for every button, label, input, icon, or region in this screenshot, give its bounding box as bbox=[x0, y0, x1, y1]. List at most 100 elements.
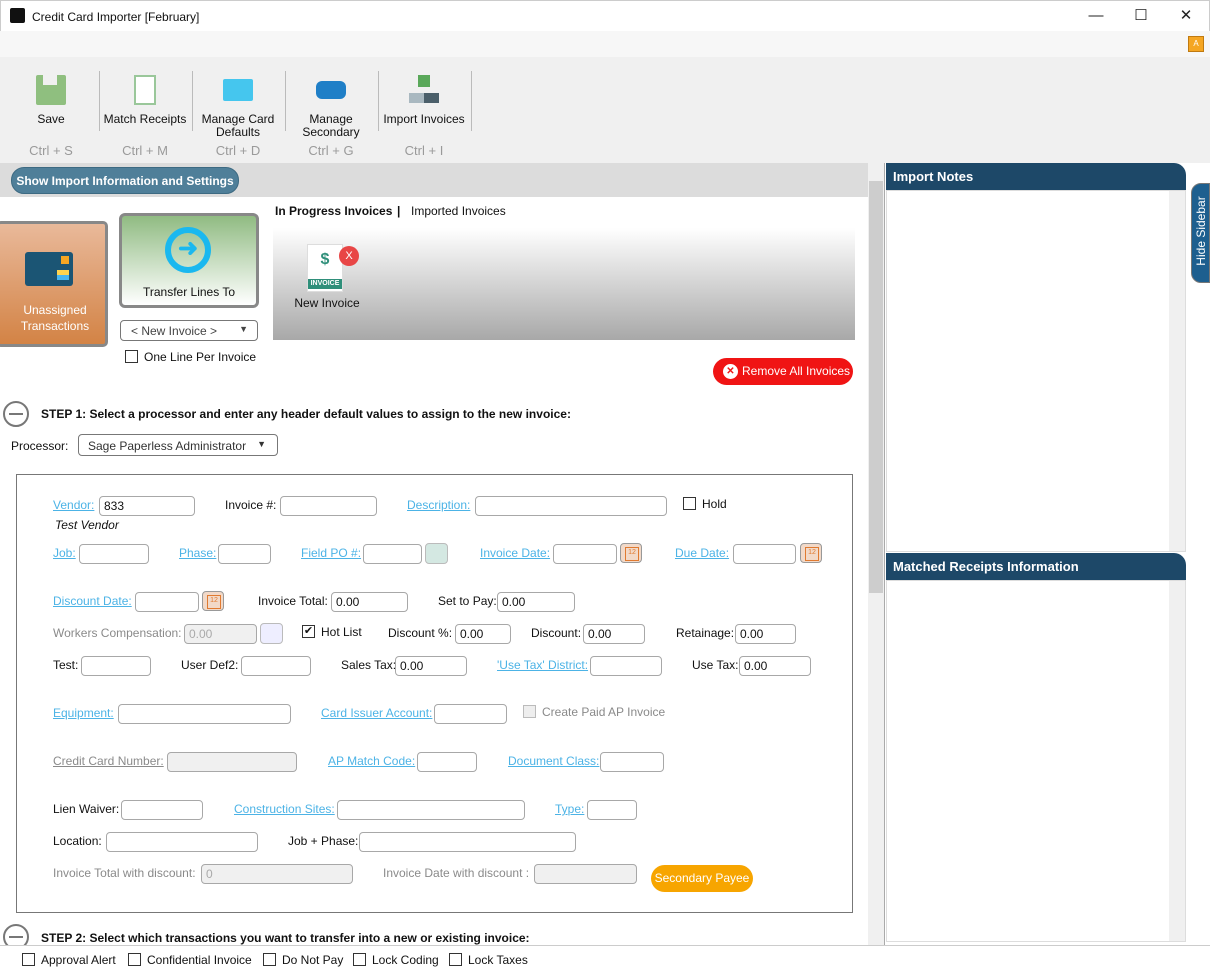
remove-all-invoices-button[interactable]: ✕ Remove All Invoices bbox=[713, 358, 853, 385]
import-notes-area[interactable] bbox=[886, 190, 1186, 552]
user-def2-input[interactable] bbox=[241, 656, 311, 676]
field-po-lookup-icon[interactable] bbox=[425, 543, 448, 564]
hold-checkbox[interactable] bbox=[683, 497, 696, 510]
phase-link[interactable]: Phase: bbox=[179, 546, 216, 560]
invoice-total-input[interactable]: 0.00 bbox=[331, 592, 408, 612]
close-button[interactable]: ✕ bbox=[1171, 5, 1201, 27]
discount-date-link[interactable]: Discount Date: bbox=[53, 594, 132, 608]
invoice-number-input[interactable] bbox=[280, 496, 377, 516]
import-invoices-button[interactable]: Import Invoices Ctrl + I bbox=[381, 57, 467, 163]
approval-alert-label: Approval Alert bbox=[41, 953, 116, 967]
one-line-per-invoice-checkbox[interactable] bbox=[125, 350, 138, 363]
type-input[interactable] bbox=[587, 800, 637, 820]
invoice-doc-text: INVOICE bbox=[308, 279, 342, 289]
card-issuer-link[interactable]: Card Issuer Account: bbox=[321, 706, 432, 720]
document-class-input[interactable] bbox=[600, 752, 664, 772]
sales-tax-input[interactable]: 0.00 bbox=[395, 656, 467, 676]
collapse-step1-icon[interactable] bbox=[3, 401, 29, 427]
equipment-link[interactable]: Equipment: bbox=[53, 706, 114, 720]
job-phase-label: Job + Phase: bbox=[288, 834, 359, 848]
status-strip: A bbox=[0, 31, 1210, 57]
description-input[interactable] bbox=[475, 496, 667, 516]
vendor-input[interactable]: 833 bbox=[99, 496, 195, 516]
lock-taxes-checkbox[interactable] bbox=[449, 953, 462, 966]
manage-card-defaults-button[interactable]: Manage Card Defaults Ctrl + D bbox=[195, 57, 281, 163]
retainage-input[interactable]: 0.00 bbox=[735, 624, 796, 644]
discount-date-input[interactable] bbox=[135, 592, 199, 612]
invoice-label: New Invoice bbox=[294, 296, 360, 310]
manage-secondary-button[interactable]: Manage Secondary Ctrl + G bbox=[288, 57, 374, 163]
use-tax-input[interactable]: 0.00 bbox=[739, 656, 811, 676]
set-to-pay-input[interactable]: 0.00 bbox=[497, 592, 575, 612]
hot-list-checkbox[interactable]: ✔ bbox=[302, 625, 315, 638]
show-import-info-button[interactable]: Show Import Information and Settings bbox=[11, 167, 239, 194]
remove-invoice-icon[interactable]: X bbox=[339, 246, 359, 266]
minimize-button[interactable]: — bbox=[1081, 5, 1111, 27]
secondary-icon bbox=[316, 81, 346, 99]
construction-sites-input[interactable] bbox=[337, 800, 525, 820]
job-link[interactable]: Job: bbox=[53, 546, 76, 560]
save-button[interactable]: Save Ctrl + S bbox=[10, 57, 92, 163]
main-scrollbar[interactable] bbox=[868, 163, 884, 945]
title-bar: Credit Card Importer [February] — ☐ ✕ bbox=[0, 0, 1210, 31]
total-with-discount-input: 0 bbox=[201, 864, 353, 884]
match-receipts-shortcut: Ctrl + M bbox=[122, 143, 168, 158]
job-phase-input[interactable] bbox=[359, 832, 576, 852]
matched-receipts-area[interactable] bbox=[886, 580, 1186, 942]
location-input[interactable] bbox=[106, 832, 258, 852]
tab-in-progress-invoices[interactable]: In Progress Invoices bbox=[275, 204, 392, 218]
match-receipts-button[interactable]: Match Receipts Ctrl + M bbox=[102, 57, 188, 163]
construction-sites-link[interactable]: Construction Sites: bbox=[234, 802, 335, 816]
job-input[interactable] bbox=[79, 544, 149, 564]
equipment-input[interactable] bbox=[118, 704, 291, 724]
due-date-input[interactable] bbox=[733, 544, 796, 564]
lock-coding-label: Lock Coding bbox=[372, 953, 439, 967]
chevron-down-icon: ▼ bbox=[239, 324, 248, 334]
hide-sidebar-tab[interactable]: Hide Sidebar bbox=[1191, 183, 1210, 283]
unassigned-transactions-button[interactable]: Unassigned Transactions bbox=[0, 221, 108, 347]
lock-coding-checkbox[interactable] bbox=[353, 953, 366, 966]
ap-match-code-input[interactable] bbox=[417, 752, 477, 772]
invoice-item[interactable]: $ INVOICE X New Invoice bbox=[287, 244, 367, 314]
invoice-date-calendar-icon[interactable] bbox=[620, 543, 642, 563]
field-po-input[interactable] bbox=[363, 544, 422, 564]
due-date-calendar-icon[interactable] bbox=[800, 543, 822, 563]
card-issuer-input[interactable] bbox=[434, 704, 507, 724]
use-tax-district-input[interactable] bbox=[590, 656, 662, 676]
one-line-label: One Line Per Invoice bbox=[144, 350, 257, 364]
scrollbar-thumb[interactable] bbox=[869, 181, 883, 593]
transfer-target-dropdown[interactable]: < New Invoice > ▼ bbox=[120, 320, 258, 341]
due-date-link[interactable]: Due Date: bbox=[675, 546, 729, 560]
discount-input[interactable]: 0.00 bbox=[583, 624, 645, 644]
use-tax-district-link[interactable]: 'Use Tax' District: bbox=[497, 658, 588, 672]
sales-tax-label: Sales Tax: bbox=[341, 658, 397, 672]
processor-dropdown[interactable]: Sage Paperless Administrator ▼ bbox=[78, 434, 278, 456]
transfer-lines-button[interactable]: ➜ Transfer Lines To bbox=[119, 213, 259, 308]
invoice-date-input[interactable] bbox=[553, 544, 617, 564]
vendor-link[interactable]: Vendor: bbox=[53, 498, 94, 512]
workers-comp-input: 0.00 bbox=[184, 624, 257, 644]
secondary-payee-button[interactable]: Secondary Payee bbox=[651, 865, 753, 892]
do-not-pay-checkbox[interactable] bbox=[263, 953, 276, 966]
lien-waiver-input[interactable] bbox=[121, 800, 203, 820]
approval-alert-checkbox[interactable] bbox=[22, 953, 35, 966]
alert-icon[interactable]: A bbox=[1188, 36, 1204, 52]
tab-separator: | bbox=[397, 204, 401, 218]
description-link[interactable]: Description: bbox=[407, 498, 470, 512]
processor-label: Processor: bbox=[11, 439, 69, 453]
confidential-invoice-checkbox[interactable] bbox=[128, 953, 141, 966]
ap-match-code-link[interactable]: AP Match Code: bbox=[328, 754, 415, 768]
window-title: Credit Card Importer [February] bbox=[32, 10, 200, 24]
tab-imported-invoices[interactable]: Imported Invoices bbox=[411, 204, 506, 218]
discount-percent-input[interactable]: 0.00 bbox=[455, 624, 511, 644]
phase-input[interactable] bbox=[218, 544, 271, 564]
field-po-link[interactable]: Field PO #: bbox=[301, 546, 361, 560]
discount-date-calendar-icon[interactable] bbox=[202, 591, 224, 611]
test-input[interactable] bbox=[81, 656, 151, 676]
test-label: Test: bbox=[53, 658, 79, 672]
invoice-date-link[interactable]: Invoice Date: bbox=[480, 546, 550, 560]
type-link[interactable]: Type: bbox=[555, 802, 584, 816]
document-class-link[interactable]: Document Class: bbox=[508, 754, 599, 768]
maximize-button[interactable]: ☐ bbox=[1126, 5, 1156, 27]
import-label: Import Invoices bbox=[383, 112, 465, 126]
